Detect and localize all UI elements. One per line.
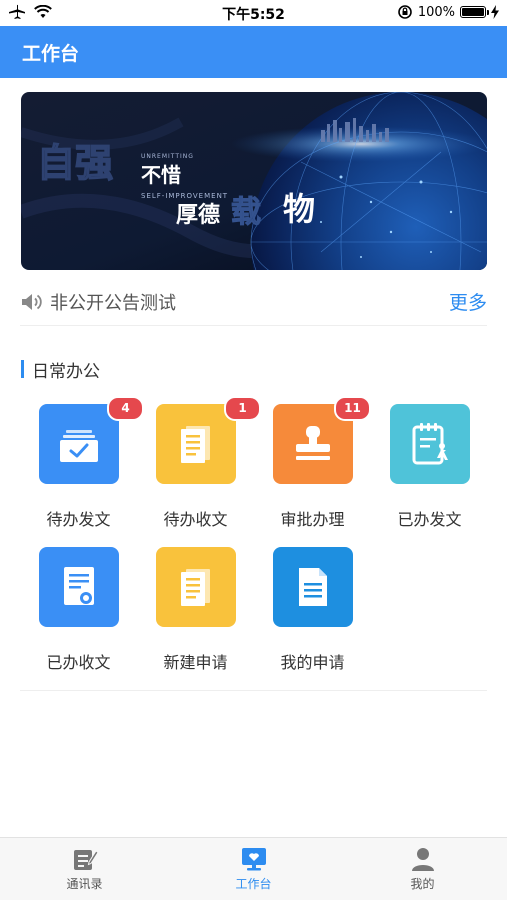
- app-done-outgoing[interactable]: 已办发文: [371, 398, 488, 538]
- divider: [20, 690, 487, 691]
- notice-bar[interactable]: 非公开公告测试 更多: [20, 278, 487, 326]
- status-bar: 下午5:52 100%: [0, 0, 507, 26]
- page-title: 工作台: [22, 42, 80, 65]
- section-title: 日常办公: [32, 361, 100, 382]
- banner-text-unremitting: UNREMITTING: [141, 153, 194, 160]
- banner-text-zai: 载: [231, 195, 261, 230]
- section-accent-bar: [21, 360, 24, 378]
- tab-label: 工作台: [235, 877, 272, 891]
- file-lines-icon: [273, 547, 353, 627]
- banner-text-houde: 厚德: [176, 202, 220, 228]
- tab-label: 我的: [410, 877, 435, 891]
- clipboard-person-icon: [390, 404, 470, 484]
- tab-me[interactable]: 我的: [338, 838, 507, 900]
- notice-text[interactable]: 非公开公告测试: [50, 289, 449, 315]
- rotation-lock-icon: [398, 5, 412, 19]
- speaker-icon: [22, 293, 42, 310]
- more-link[interactable]: 更多: [449, 288, 487, 315]
- tab-label: 通讯录: [66, 877, 103, 891]
- battery-percent: 100%: [417, 4, 455, 20]
- banner-graphic: 自强 UNREMITTING 不惜 SELF-IMPROVEMENT 厚德 载 …: [21, 92, 487, 270]
- status-right: 100%: [397, 4, 499, 20]
- contacts-icon: [73, 850, 99, 870]
- tab-workbench[interactable]: 工作台: [169, 838, 338, 900]
- app-approval[interactable]: 11 审批办理: [254, 396, 371, 538]
- document-icon: [156, 404, 236, 484]
- tab-contacts[interactable]: 通讯录: [0, 838, 169, 900]
- banner-text-buxi: 不惜: [141, 163, 181, 187]
- app-label: 我的申请: [280, 653, 345, 672]
- banner-text-wu: 物: [283, 190, 315, 228]
- app-label: 已办收文: [46, 653, 111, 672]
- inbox-check-icon: [39, 404, 119, 484]
- app-label: 新建申请: [163, 653, 228, 672]
- banner-text-self-improvement: SELF-IMPROVEMENT: [141, 192, 228, 200]
- user-icon: [411, 848, 434, 871]
- app-new-application[interactable]: 新建申请: [137, 541, 254, 681]
- banner-image[interactable]: 自强 UNREMITTING 不惜 SELF-IMPROVEMENT 厚德 载 …: [21, 92, 487, 270]
- banner-text-zq: 自强: [37, 141, 113, 185]
- app-header: 工作台: [0, 26, 507, 78]
- app-my-applications[interactable]: 我的申请: [254, 541, 371, 681]
- certificate-icon: [39, 547, 119, 627]
- workbench-icon: [241, 848, 266, 871]
- badge-count: 11: [334, 396, 371, 421]
- tab-bar: 通讯录 工作台 我的: [0, 837, 507, 900]
- app-pending-incoming[interactable]: 1 待办收文: [137, 396, 261, 538]
- battery-icon: [460, 6, 489, 18]
- app-label: 审批办理: [280, 510, 345, 529]
- app-label: 已办发文: [397, 510, 462, 529]
- app-label: 待办发文: [46, 510, 111, 529]
- app-label: 待办收文: [163, 510, 228, 529]
- section-header: 日常办公: [21, 358, 100, 382]
- charging-icon: [491, 5, 499, 19]
- battery-level: [462, 8, 484, 16]
- app-pending-outgoing[interactable]: 4 待办发文: [20, 396, 144, 538]
- document-icon: [156, 547, 236, 627]
- app-done-incoming[interactable]: 已办收文: [20, 541, 137, 681]
